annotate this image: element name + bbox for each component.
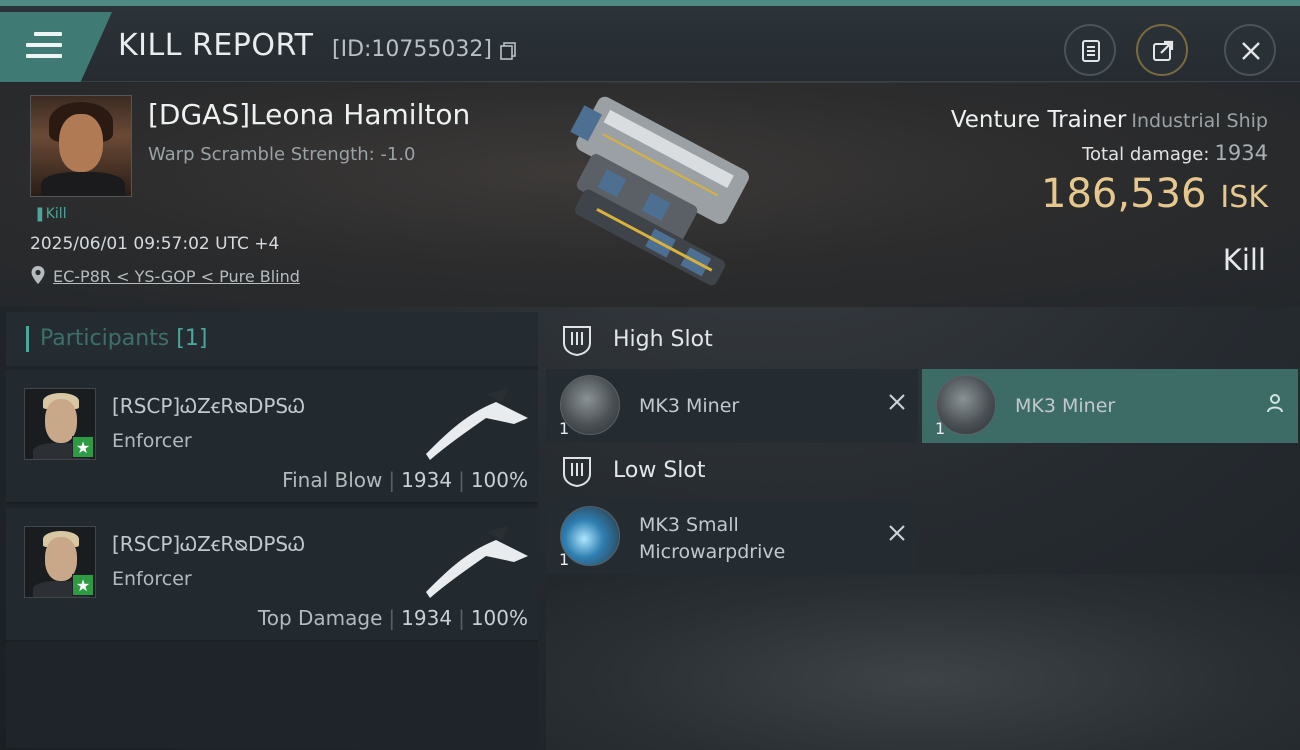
isk-value: 186,536 ISK <box>1041 171 1268 217</box>
low-slot-header: Low Slot <box>546 444 1300 502</box>
share-button[interactable] <box>1136 24 1188 76</box>
clipboard-icon <box>1082 40 1100 62</box>
star-icon: ★ <box>72 436 94 458</box>
participant-row[interactable]: ★ [RSCP]ᏇZꞓRᴓDPSᏇ Enforcer Top Damage | 19… <box>6 508 538 642</box>
participant-stats: Final Blow | 1934 | 100% <box>282 468 528 492</box>
participant-name: [RSCP]ᏇZꞓRᴓDPSᏇ <box>112 532 305 556</box>
clipboard-button[interactable] <box>1064 24 1116 76</box>
participants-title: Participants [1] <box>40 326 208 351</box>
warp-scramble-strength: Warp Scramble Strength: -1.0 <box>148 144 416 165</box>
module-item[interactable]: 1 MK3 Miner <box>546 369 918 443</box>
participant-row[interactable]: ★ [RSCP]ᏇZꞓRᴓDPSᏇ Enforcer Final Blow | 19… <box>6 370 538 504</box>
module-name: MK3 Miner <box>639 395 740 417</box>
module-quantity: 1 <box>559 550 570 569</box>
kill-status: Kill <box>1222 243 1266 277</box>
close-button[interactable] <box>1224 24 1276 76</box>
close-icon <box>1242 42 1260 60</box>
victim-ship-type: Venture Trainer Industrial Ship <box>950 107 1268 133</box>
participant-stats: Top Damage | 1934 | 100% <box>257 606 528 630</box>
participants-header: Participants [1] <box>6 312 538 366</box>
high-slot-header: High Slot <box>546 313 1300 371</box>
module-name: MK3 Small Microwarpdrive <box>639 514 786 563</box>
participant-ship: Enforcer <box>112 430 192 452</box>
destroyed-x-icon <box>889 525 905 541</box>
kill-datetime: 2025/06/01 09:57:02 UTC +4 <box>30 234 280 254</box>
participant-name: [RSCP]ᏇZꞓRᴓDPSᏇ <box>112 394 305 418</box>
menu-icon <box>26 32 62 62</box>
share-icon <box>1153 40 1174 61</box>
participant-ship: Enforcer <box>112 568 192 590</box>
kill-location-link[interactable]: EC-P8R < YS-GOP < Pure Blind <box>53 267 300 286</box>
report-id: [ID:10755032] <box>332 37 492 62</box>
module-quantity: 1 <box>559 419 570 438</box>
module-name: MK3 Miner <box>1015 395 1116 417</box>
module-quantity: 1 <box>935 419 946 438</box>
location-pin-icon <box>31 266 45 284</box>
participant-ship-image[interactable] <box>416 522 536 602</box>
victim-ship-image[interactable] <box>520 91 790 301</box>
copy-icon[interactable] <box>500 42 516 60</box>
kill-report-screen: KILL REPORT [ID:10755032] [DGAS]Leona Ha… <box>0 0 1300 750</box>
person-icon <box>1267 394 1283 413</box>
slot-icon <box>563 457 591 488</box>
star-icon: ★ <box>72 574 94 596</box>
victim-summary: [DGAS]Leona Hamilton Warp Scramble Stren… <box>0 83 1300 307</box>
high-slot-label: High Slot <box>613 327 713 352</box>
module-item[interactable]: 1 MK3 Small Microwarpdrive <box>546 500 918 574</box>
low-slot-label: Low Slot <box>613 458 706 483</box>
module-item-dropped[interactable]: 1 MK3 Miner <box>922 369 1298 443</box>
participant-ship-image[interactable] <box>416 384 536 464</box>
page-title: KILL REPORT <box>118 28 314 63</box>
destroyed-x-icon <box>889 394 905 410</box>
empty-area <box>546 574 1300 750</box>
header-bar: KILL REPORT [ID:10755032] <box>0 6 1300 82</box>
slot-icon <box>563 326 591 357</box>
total-damage: Total damage: 1934 <box>1082 141 1268 165</box>
menu-button[interactable] <box>0 12 112 82</box>
participants-panel: Participants [1] ★ [RSCP]ᏇZꞓRᴓDPSᏇ Enfor… <box>6 312 538 748</box>
victim-portrait[interactable] <box>30 95 132 197</box>
victim-name[interactable]: [DGAS]Leona Hamilton <box>148 98 470 131</box>
kill-tag: ❚Kill <box>34 206 67 222</box>
